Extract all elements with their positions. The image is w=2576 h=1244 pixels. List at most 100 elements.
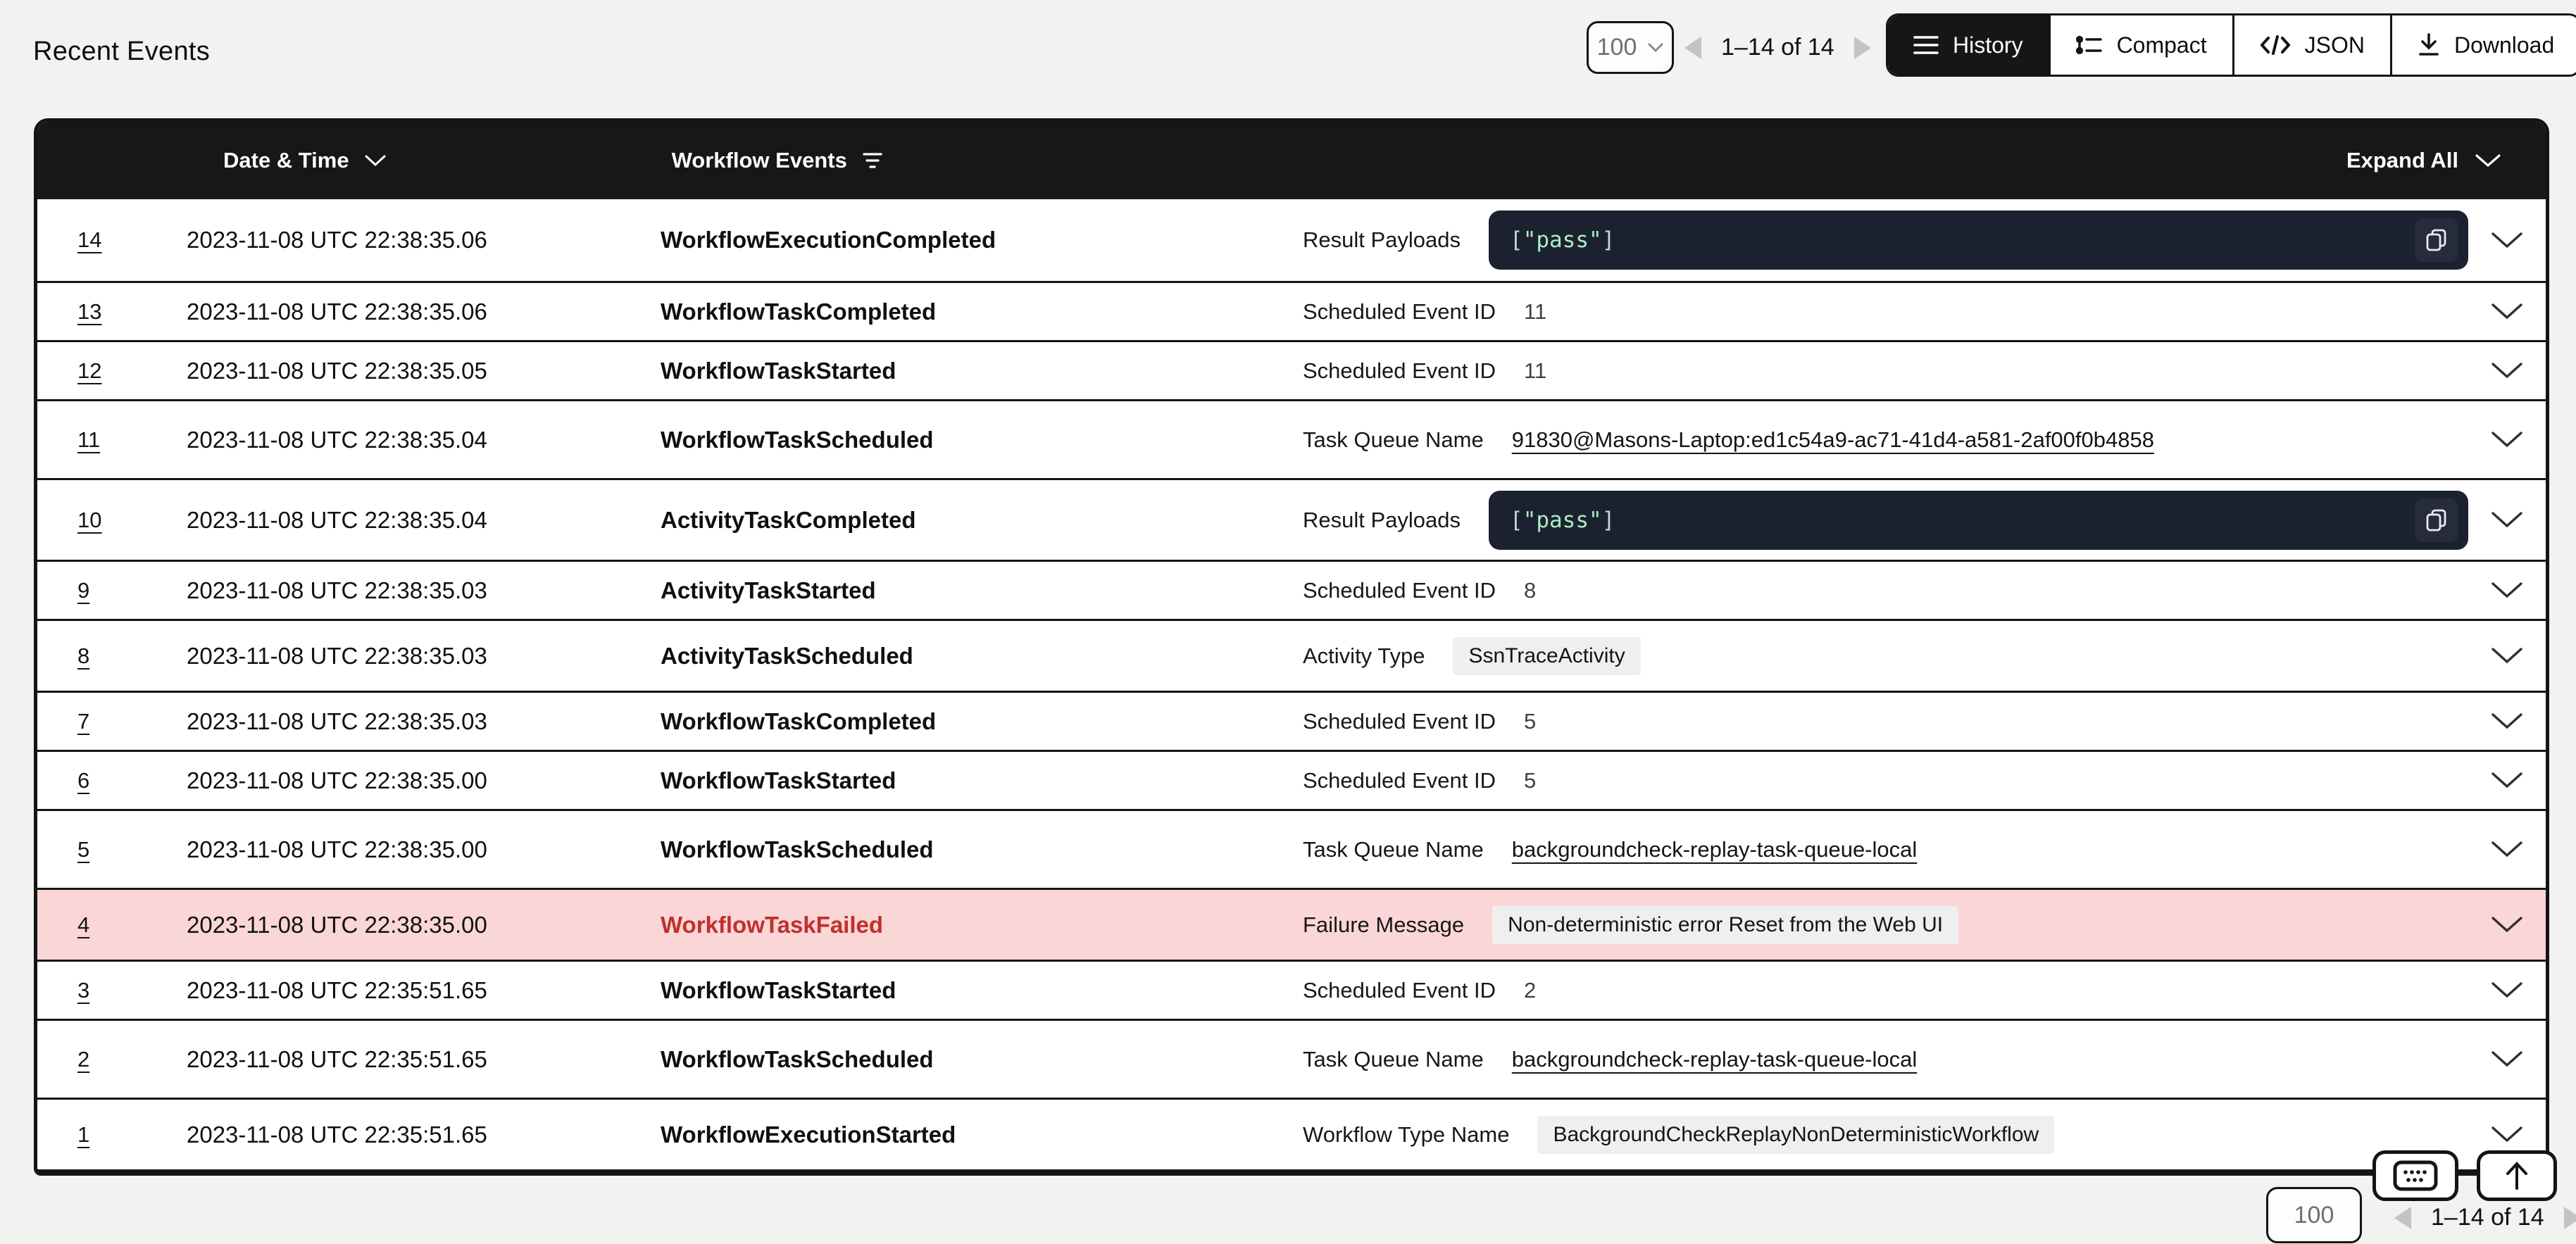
event-id-link[interactable]: 8 <box>77 643 89 668</box>
column-header-workflow-events[interactable]: Workflow Events <box>672 148 882 173</box>
next-page-icon[interactable] <box>1854 37 1871 59</box>
chevron-down-icon <box>2491 713 2522 729</box>
tab-json[interactable]: JSON <box>2232 15 2390 75</box>
keyboard-icon <box>2393 1160 2438 1191</box>
expand-row-button[interactable] <box>2468 772 2546 789</box>
expand-row-button[interactable] <box>2468 648 2546 664</box>
code-icon <box>2260 34 2291 56</box>
event-name: WorkflowTaskStarted <box>661 358 1303 384</box>
previous-page-icon[interactable] <box>1684 37 1701 59</box>
detail-label: Activity Type <box>1303 643 1425 669</box>
previous-page-icon[interactable] <box>2394 1207 2411 1229</box>
chevron-down-icon <box>2491 841 2522 857</box>
detail-label: Scheduled Event ID <box>1303 358 1496 384</box>
page-size-select-bottom[interactable]: 100 <box>2266 1187 2362 1243</box>
chevron-down-icon <box>2491 363 2522 379</box>
event-id-link[interactable]: 7 <box>77 709 89 734</box>
event-name: WorkflowExecutionCompleted <box>661 227 1303 253</box>
event-detail: Scheduled Event ID 11 <box>1303 358 2468 384</box>
next-page-icon[interactable] <box>2564 1207 2576 1229</box>
expand-row-button[interactable] <box>2468 917 2546 933</box>
table-row: 2 2023-11-08 UTC 22:35:51.65 WorkflowTas… <box>37 1019 2546 1098</box>
tab-compact-label: Compact <box>2117 32 2207 58</box>
event-id-cell: 4 <box>37 912 187 938</box>
menu-icon <box>1913 34 1939 56</box>
detail-value: backgroundcheck-replay-task-queue-local <box>1512 1047 2468 1072</box>
detail-label: Workflow Type Name <box>1303 1122 1509 1148</box>
expand-row-button[interactable] <box>2468 841 2546 857</box>
detail-link-value[interactable]: backgroundcheck-replay-task-queue-local <box>1512 837 1918 862</box>
expand-row-button[interactable] <box>2468 1126 2546 1143</box>
event-timestamp: 2023-11-08 UTC 22:38:35.06 <box>187 227 661 253</box>
event-timestamp: 2023-11-08 UTC 22:38:35.00 <box>187 767 661 794</box>
expand-all-button[interactable]: Expand All <box>2346 148 2501 173</box>
chevron-down-icon <box>2491 772 2522 789</box>
copy-button[interactable] <box>2415 218 2458 262</box>
expand-row-button[interactable] <box>2468 512 2546 528</box>
table-row: 9 2023-11-08 UTC 22:38:35.03 ActivityTas… <box>37 560 2546 619</box>
column-header-date-time[interactable]: Date & Time <box>223 148 386 173</box>
event-id-link[interactable]: 11 <box>77 427 100 452</box>
event-name: WorkflowTaskScheduled <box>661 1046 1303 1073</box>
table-row: 14 2023-11-08 UTC 22:38:35.06 WorkflowEx… <box>37 199 2546 281</box>
table-row: 5 2023-11-08 UTC 22:38:35.00 WorkflowTas… <box>37 809 2546 888</box>
event-id-link[interactable]: 6 <box>77 768 89 793</box>
event-id-link[interactable]: 12 <box>77 358 101 383</box>
expand-row-button[interactable] <box>2468 713 2546 729</box>
expand-all-label: Expand All <box>2346 148 2458 173</box>
expand-row-button[interactable] <box>2468 363 2546 379</box>
tab-history-label: History <box>1953 32 2023 58</box>
event-id-cell: 14 <box>37 227 187 253</box>
expand-row-button[interactable] <box>2468 1051 2546 1067</box>
download-button[interactable]: Download <box>2390 15 2576 75</box>
event-history-table: Date & Time Workflow Events Expand All 1… <box>34 118 2549 1176</box>
detail-text-value: 11 <box>1524 358 1546 384</box>
event-id-link[interactable]: 2 <box>77 1047 89 1072</box>
detail-label: Scheduled Event ID <box>1303 578 1496 603</box>
expand-row-button[interactable] <box>2468 982 2546 998</box>
tab-compact[interactable]: Compact <box>2049 15 2232 75</box>
date-time-label: Date & Time <box>223 148 349 173</box>
page-size-value: 100 <box>1597 34 1637 61</box>
expand-row-button[interactable] <box>2468 432 2546 448</box>
event-timestamp: 2023-11-08 UTC 22:35:51.65 <box>187 977 661 1004</box>
chevron-down-icon <box>2491 982 2522 998</box>
expand-row-button[interactable] <box>2468 303 2546 320</box>
copy-button[interactable] <box>2415 498 2458 542</box>
chevron-down-icon <box>1648 43 1663 53</box>
expand-row-button[interactable] <box>2468 232 2546 249</box>
copy-icon <box>2425 508 2449 532</box>
pagination-range: 1–14 of 14 <box>1721 34 1834 61</box>
expand-row-button[interactable] <box>2468 582 2546 598</box>
table-row: 6 2023-11-08 UTC 22:38:35.00 WorkflowTas… <box>37 750 2546 809</box>
payload-code-block: ["pass"] <box>1489 211 2468 270</box>
event-rows: 14 2023-11-08 UTC 22:38:35.06 WorkflowEx… <box>37 199 2546 1169</box>
event-detail: Scheduled Event ID 8 <box>1303 578 2468 603</box>
table-row: 7 2023-11-08 UTC 22:38:35.03 WorkflowTas… <box>37 691 2546 750</box>
event-id-link[interactable]: 14 <box>77 227 101 252</box>
event-id-link[interactable]: 10 <box>77 508 101 532</box>
event-id-link[interactable]: 4 <box>77 912 89 937</box>
event-id-link[interactable]: 1 <box>77 1122 89 1147</box>
event-id-link[interactable]: 13 <box>77 299 101 324</box>
event-detail: Failure Message Non-deterministic error … <box>1303 906 2468 944</box>
view-switcher: History Compact JSON Download <box>1886 13 2576 77</box>
detail-link-value[interactable]: 91830@Masons-Laptop:ed1c54a9-ac71-41d4-a… <box>1512 427 2154 453</box>
payload-code: ["pass"] <box>1510 227 2415 253</box>
detail-link-value[interactable]: backgroundcheck-replay-task-queue-local <box>1512 1047 1918 1072</box>
event-name: ActivityTaskScheduled <box>661 643 1303 670</box>
event-id-cell: 2 <box>37 1047 187 1072</box>
event-id-link[interactable]: 9 <box>77 578 89 603</box>
page-size-select[interactable]: 100 <box>1587 21 1674 74</box>
chevron-down-icon <box>2491 917 2522 933</box>
event-detail: Activity Type SsnTraceActivity <box>1303 637 2468 675</box>
detail-label: Scheduled Event ID <box>1303 768 1496 793</box>
event-detail: Task Queue Name 91830@Masons-Laptop:ed1c… <box>1303 427 2468 453</box>
event-id-link[interactable]: 3 <box>77 978 89 1003</box>
detail-value: ["pass"] <box>1489 211 2468 270</box>
tab-history[interactable]: History <box>1888 15 2049 75</box>
arrow-up-icon <box>2504 1160 2530 1191</box>
detail-badge-value: BackgroundCheckReplayNonDeterministicWor… <box>1537 1116 2054 1154</box>
table-row: 11 2023-11-08 UTC 22:38:35.04 WorkflowTa… <box>37 399 2546 478</box>
event-id-link[interactable]: 5 <box>77 837 89 862</box>
